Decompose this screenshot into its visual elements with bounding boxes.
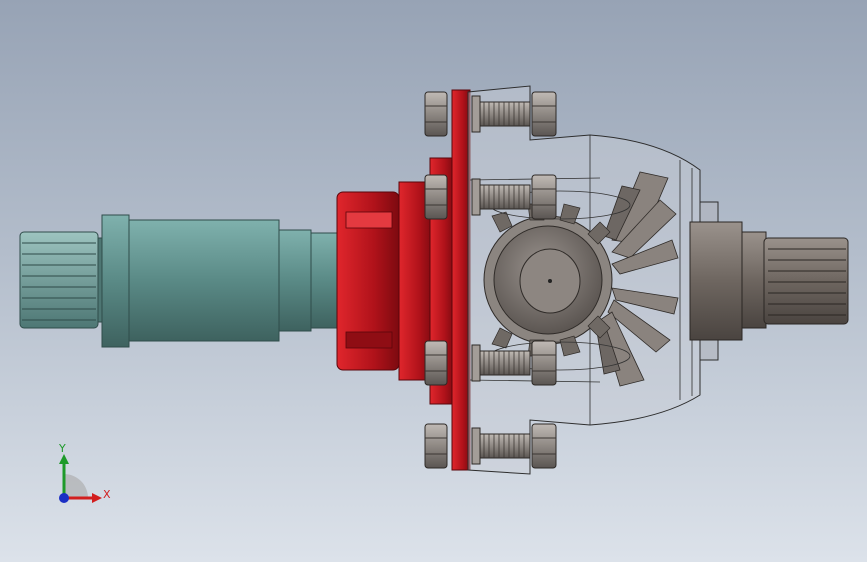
y-axis-arrow <box>59 454 69 464</box>
x-axis-arrow <box>92 493 102 503</box>
graphics-viewport[interactable]: X Y <box>0 0 867 562</box>
3d-model-view[interactable] <box>0 0 867 562</box>
x-axis-label: X <box>103 488 111 501</box>
triad-plane-arc <box>64 474 88 498</box>
orientation-triad[interactable]: X Y <box>50 440 120 510</box>
input-shaft[interactable] <box>19 214 340 348</box>
red-flange-hub[interactable] <box>336 89 471 471</box>
z-axis-dot <box>59 493 69 503</box>
output-shaft[interactable] <box>689 221 849 341</box>
y-axis-label: Y <box>59 442 66 455</box>
